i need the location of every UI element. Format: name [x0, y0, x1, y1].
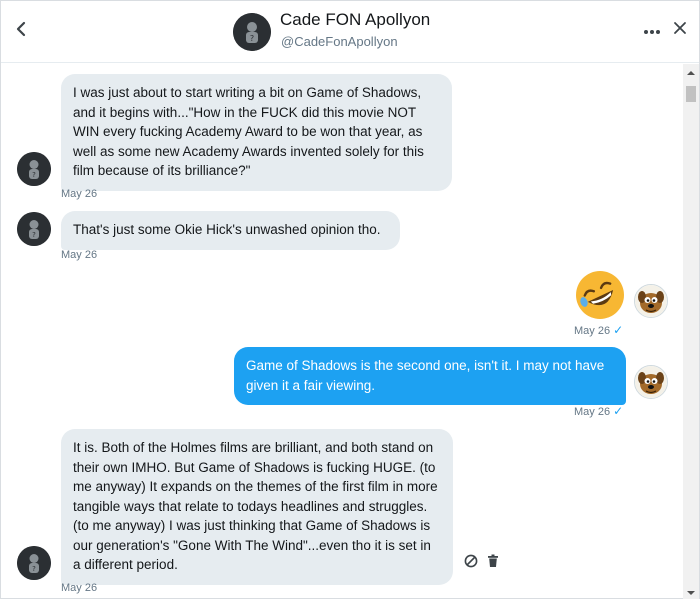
message-timestamp: May 26 ✓ — [574, 404, 623, 418]
message-text: That's just some Okie Hick's unwashed op… — [73, 222, 381, 237]
scroll-up-button[interactable] — [683, 64, 699, 80]
back-button[interactable] — [9, 19, 33, 43]
more-dots-icon — [643, 22, 661, 40]
svg-text:?: ? — [32, 565, 36, 573]
scrollbar-thumb[interactable] — [686, 86, 696, 102]
header-avatar[interactable]: ? — [233, 13, 271, 51]
arrow-up-icon — [687, 63, 695, 81]
block-icon — [464, 554, 478, 573]
report-button[interactable] — [463, 554, 479, 573]
message-bubble[interactable]: Game of Shadows is the second one, isn't… — [234, 347, 626, 405]
sender-avatar[interactable]: ? — [17, 212, 51, 246]
close-icon — [673, 21, 687, 40]
close-button[interactable] — [669, 19, 691, 41]
laughing-emoji-icon[interactable] — [575, 270, 625, 320]
dm-window: ? Cade FON Apollyon @CadeFonApollyon I w… — [0, 0, 700, 599]
message-bubble[interactable]: That's just some Okie Hick's unwashed op… — [61, 211, 400, 250]
my-avatar[interactable] — [634, 284, 668, 318]
message-bubble[interactable]: It is. Both of the Holmes films are bril… — [61, 429, 453, 585]
arrow-down-icon — [687, 583, 695, 599]
conversation-header: ? Cade FON Apollyon @CadeFonApollyon — [1, 1, 699, 63]
more-button[interactable] — [641, 21, 663, 41]
scrollbar[interactable] — [683, 64, 699, 599]
svg-text:?: ? — [250, 34, 254, 43]
checkmark-icon: ✓ — [613, 404, 624, 418]
message-text: Game of Shadows is the second one, isn't… — [246, 358, 605, 393]
header-handle[interactable]: @CadeFonApollyon — [281, 34, 398, 49]
message-text: I was just about to start writing a bit … — [73, 85, 424, 178]
svg-text:?: ? — [32, 231, 36, 239]
scroll-down-button[interactable] — [683, 584, 699, 599]
my-avatar[interactable] — [634, 365, 668, 399]
timestamp-text: May 26 — [574, 325, 611, 337]
header-display-name[interactable]: Cade FON Apollyon — [280, 10, 430, 30]
message-timestamp: May 26 — [61, 249, 98, 261]
delete-button[interactable] — [485, 554, 501, 573]
message-text: It is. Both of the Holmes films are bril… — [73, 440, 438, 572]
trash-icon — [487, 554, 499, 573]
sender-avatar[interactable]: ? — [17, 152, 51, 186]
sender-avatar[interactable]: ? — [17, 546, 51, 580]
chevron-left-icon — [15, 21, 27, 42]
svg-text:?: ? — [32, 171, 36, 179]
message-timestamp: May 26 — [61, 582, 98, 594]
message-bubble[interactable]: I was just about to start writing a bit … — [61, 74, 452, 191]
message-timestamp: May 26 — [61, 188, 98, 200]
timestamp-text: May 26 — [574, 406, 611, 418]
checkmark-icon: ✓ — [613, 323, 624, 337]
message-list[interactable]: I was just about to start writing a bit … — [1, 64, 683, 599]
message-timestamp: May 26 ✓ — [574, 323, 623, 337]
